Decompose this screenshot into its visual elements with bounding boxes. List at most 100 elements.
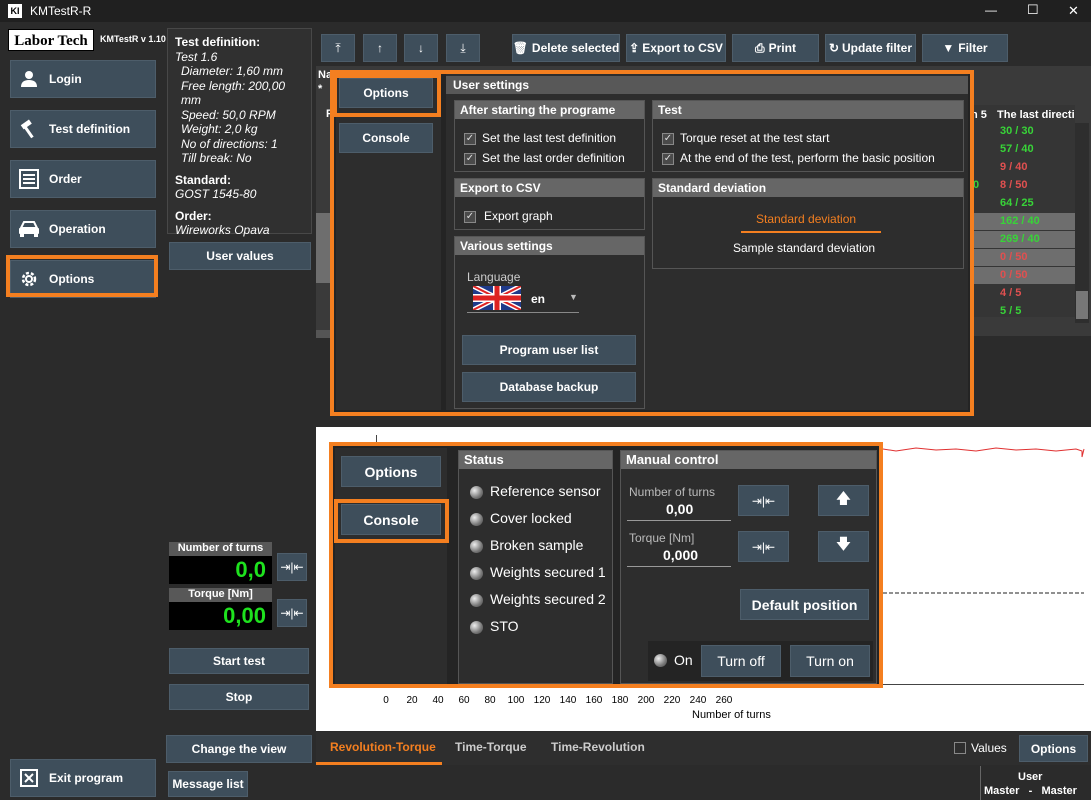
turns-reset-button[interactable]: ⇥|⇤ xyxy=(277,553,307,581)
tab-options[interactable]: Options xyxy=(339,78,433,108)
manual-down-button[interactable]: 🡇 xyxy=(818,531,869,562)
language-label: Language xyxy=(467,270,521,284)
exit-program-button[interactable]: Exit program xyxy=(10,759,156,797)
database-backup-button[interactable]: Database backup xyxy=(462,372,636,402)
torque-reset-button[interactable]: ⇥|⇤ xyxy=(277,599,307,627)
chart-options-button[interactable]: Options xyxy=(1019,735,1088,762)
program-user-list-button[interactable]: Program user list xyxy=(462,335,636,365)
various-settings-heading: Various settings xyxy=(455,237,644,255)
move-bottom-button[interactable]: ⤓ xyxy=(446,34,480,62)
x-tick-label: 260 xyxy=(715,695,733,706)
table-row: 269 / 40 xyxy=(969,231,1075,248)
stddev-option-standard[interactable]: Standard deviation xyxy=(756,212,856,226)
tab-time-revolution[interactable]: Time-Revolution xyxy=(551,740,645,754)
test-diameter: Diameter: 1,60 mm xyxy=(181,64,284,78)
arrow-down-icon: 🡇 xyxy=(835,536,852,553)
torque-reset-label: Torque reset at the test start xyxy=(680,131,830,145)
export-csv-button[interactable]: ⇪ Export to CSV xyxy=(626,34,726,62)
start-test-button[interactable]: Start test xyxy=(169,648,309,674)
x-tick-label: 100 xyxy=(507,695,525,706)
torque-series-line xyxy=(882,447,1085,458)
user-settings-title: User settings xyxy=(446,76,968,94)
console-tab-console[interactable]: Console xyxy=(341,504,441,535)
turn-on-button[interactable]: Turn on xyxy=(790,645,870,677)
scrollbar-thumb[interactable] xyxy=(1076,291,1088,319)
trash-icon: 🗑 xyxy=(512,41,528,55)
tab-console[interactable]: Console xyxy=(339,123,433,153)
x-tick-label: 160 xyxy=(585,695,603,706)
manual-turns-value: 0,00 xyxy=(666,501,694,517)
uk-flag-icon xyxy=(473,286,521,310)
weights-secured-1-led xyxy=(470,567,483,580)
table-cell-last: 162 / 40 xyxy=(1000,215,1040,227)
update-filter-button[interactable]: ↻ Update filter xyxy=(825,34,916,62)
set-last-test-checkbox[interactable]: ✓ xyxy=(464,133,476,145)
table-row-highlight xyxy=(316,213,330,283)
console-dialog: Options Console Status Reference sensor … xyxy=(331,444,881,688)
default-position-button[interactable]: Default position xyxy=(740,589,869,620)
status-item-label: Weights secured 2 xyxy=(490,591,606,607)
app-icon: KI xyxy=(8,4,22,18)
title-bar: KI KMTestR-R — ☐ ✕ xyxy=(0,0,1091,22)
filter-button[interactable]: ▼ Filter xyxy=(922,34,1008,62)
stddev-panel: Standard deviation Standard deviation Sa… xyxy=(652,178,964,269)
print-button[interactable]: ⎙ Print xyxy=(732,34,819,62)
sidebar-item-label: Options xyxy=(49,272,95,286)
status-item-label: Reference sensor xyxy=(490,483,601,499)
language-value: en xyxy=(531,292,546,306)
window-title: KMTestR-R xyxy=(30,4,92,18)
maximize-icon[interactable]: ☐ xyxy=(1027,2,1039,18)
turn-off-button[interactable]: Turn off xyxy=(701,645,781,677)
filter-icon: ▼ xyxy=(942,41,955,55)
various-settings-panel: Various settings Language en ▼ Program u… xyxy=(454,236,645,409)
console-tab-options[interactable]: Options xyxy=(341,456,441,487)
sidebar-item-order[interactable]: Order xyxy=(10,160,156,198)
logo: Labor Tech xyxy=(8,29,94,51)
message-list-button[interactable]: Message list xyxy=(168,771,248,797)
chevron-down-icon: ▼ xyxy=(569,292,578,302)
tab-active-underline xyxy=(316,762,442,765)
basic-position-label: At the end of the test, perform the basi… xyxy=(680,151,935,165)
move-up-button[interactable]: ↑ xyxy=(363,34,397,62)
change-view-button[interactable]: Change the view xyxy=(166,735,312,763)
test-weight: Weight: 2,0 kg xyxy=(181,122,258,136)
order-heading: Order: xyxy=(175,208,212,223)
table-cell-n5: 0 xyxy=(973,179,980,191)
app-version: KMTestR v 1.10 xyxy=(100,34,166,44)
manual-turns-reset-button[interactable]: ⇥|⇤ xyxy=(738,485,789,516)
table-cell-last: 0 / 50 xyxy=(1000,269,1028,281)
sidebar-item-operation[interactable]: Operation xyxy=(10,210,156,248)
tab-time-torque[interactable]: Time-Torque xyxy=(455,740,527,754)
table-row: 57 / 40 xyxy=(969,141,1075,158)
table-cell-last: 9 / 40 xyxy=(1000,161,1028,173)
stop-button[interactable]: Stop xyxy=(169,684,309,710)
sidebar-item-options[interactable]: Options xyxy=(10,260,156,298)
manual-up-button[interactable]: 🡅 xyxy=(818,485,869,516)
move-down-button[interactable]: ↓ xyxy=(404,34,438,62)
user-value: Master - Master xyxy=(984,785,1077,797)
table-scrollbar[interactable] xyxy=(1075,123,1089,323)
stddev-option-sample[interactable]: Sample standard deviation xyxy=(733,241,875,255)
user-values-button[interactable]: User values xyxy=(169,242,311,270)
close-icon[interactable]: ✕ xyxy=(1068,3,1079,19)
sidebar-item-test-definition[interactable]: Test definition xyxy=(10,110,156,148)
values-checkbox[interactable] xyxy=(954,742,966,754)
export-graph-checkbox[interactable]: ✓ xyxy=(464,211,476,223)
basic-position-checkbox[interactable]: ✓ xyxy=(662,153,674,165)
torque-reset-checkbox[interactable]: ✓ xyxy=(662,133,674,145)
language-select[interactable]: en ▼ xyxy=(467,285,579,313)
car-icon xyxy=(18,218,40,240)
tab-revolution-torque[interactable]: Revolution-Torque xyxy=(330,740,436,754)
set-last-test-label: Set the last test definition xyxy=(482,131,617,145)
delete-selected-button[interactable]: 🗑 Delete selected xyxy=(512,34,620,62)
manual-torque-reset-button[interactable]: ⇥|⇤ xyxy=(738,531,789,562)
table-row: 0 / 50 xyxy=(969,267,1075,284)
table-header-n5: n 5 xyxy=(971,109,987,121)
sidebar-item-label: Login xyxy=(49,72,82,86)
set-last-order-checkbox[interactable]: ✓ xyxy=(464,153,476,165)
minimize-icon[interactable]: — xyxy=(985,3,997,17)
move-top-button[interactable]: ⤒ xyxy=(321,34,355,62)
table-cell-last: 64 / 25 xyxy=(1000,197,1034,209)
options-dialog: Options Console User settings After star… xyxy=(332,70,972,414)
sidebar-item-login[interactable]: Login xyxy=(10,60,156,98)
